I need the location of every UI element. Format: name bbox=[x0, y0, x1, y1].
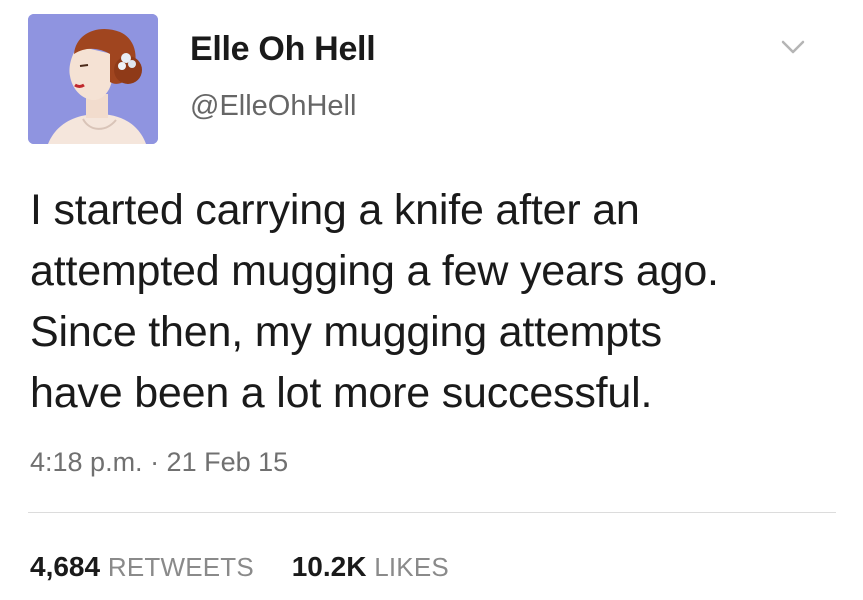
tweet-line: attempted mugging a few years ago. bbox=[30, 247, 719, 295]
retweets-label: RETWEETS bbox=[107, 552, 254, 582]
likes-count: 10.2K bbox=[291, 551, 367, 582]
tweet-line: Since then, my mugging attempts bbox=[30, 308, 662, 356]
tweet-line: have been a lot more successful. bbox=[30, 369, 653, 417]
likes-label: LIKES bbox=[374, 552, 449, 582]
display-name[interactable]: Elle Oh Hell bbox=[190, 30, 376, 69]
tweet-timestamp[interactable]: 4:18 p.m. · 21 Feb 15 bbox=[30, 447, 288, 478]
tweet-line: I started carrying a knife after an bbox=[30, 186, 640, 234]
tweet-stats: 4,684 RETWEETS 10.2K LIKES bbox=[30, 551, 479, 583]
chevron-down-icon[interactable] bbox=[780, 38, 806, 56]
divider bbox=[28, 512, 836, 513]
tweet-text: I started carrying a knife after an atte… bbox=[30, 180, 850, 424]
retweets-count: 4,684 bbox=[30, 551, 101, 582]
user-handle[interactable]: @ElleOhHell bbox=[190, 90, 356, 123]
likes-stat[interactable]: 10.2K LIKES bbox=[292, 551, 449, 583]
avatar[interactable] bbox=[28, 14, 158, 144]
tweet-card: Elle Oh Hell @ElleOhHell I started carry… bbox=[0, 0, 863, 600]
woman-profile-icon bbox=[28, 14, 158, 144]
retweets-stat[interactable]: 4,684 RETWEETS bbox=[30, 551, 254, 583]
